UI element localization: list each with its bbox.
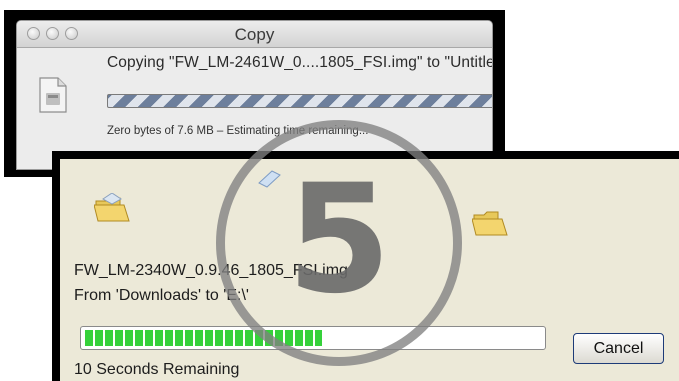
mac-titlebar[interactable]: Copy (17, 21, 492, 48)
folder-open-icon (472, 211, 508, 236)
mac-copy-window: Copy Copying "FW_LM-2461W_0....1805_FSI.… (16, 20, 493, 170)
cancel-button[interactable]: Cancel (573, 333, 664, 364)
document-icon (39, 77, 67, 113)
folder-open-icon (94, 193, 130, 222)
indeterminate-progress-bar (107, 94, 492, 108)
step-number: 5 (286, 153, 392, 327)
copy-message: Copying "FW_LM-2461W_0....1805_FSI.img" … (107, 54, 493, 71)
step-number-badge: 5 (216, 120, 462, 366)
window-title: Copy (234, 25, 275, 44)
time-remaining: 10 Seconds Remaining (74, 361, 240, 378)
copy-source-destination: From 'Downloads' to 'E:\' (74, 287, 249, 304)
